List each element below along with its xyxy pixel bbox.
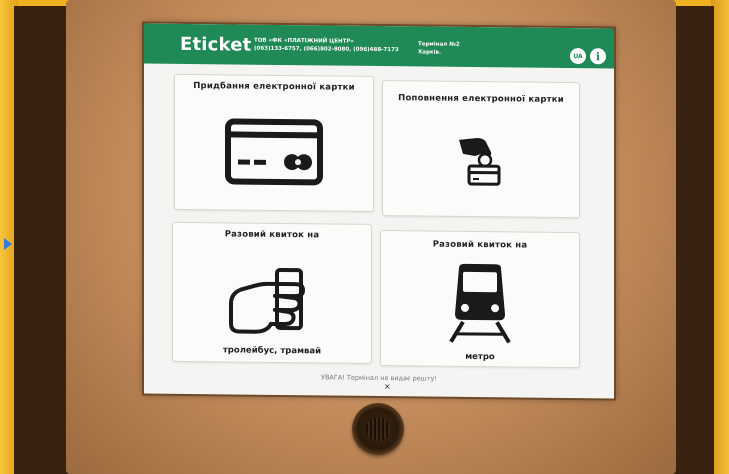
- terminal-info: Термінал №2 Харків.: [418, 40, 460, 56]
- metro-train-icon: [449, 263, 511, 344]
- close-icon[interactable]: ×: [384, 382, 391, 391]
- kiosk-screen: Eticket ТОВ «ФК «ПЛАТІЖНИЙ ЦЕНТР» (063)1…: [144, 23, 614, 399]
- hand-coin-card-icon: [459, 138, 501, 186]
- company-phones: (063)133-6757, (066)802-8080, (096)488-7…: [254, 45, 399, 54]
- tile-title: Разовий квиток на: [224, 229, 320, 241]
- tile-buy-card[interactable]: Придбання електронної картки: [174, 73, 374, 212]
- tile-title: Придбання електронної картки: [193, 81, 355, 93]
- company-info: ТОВ «ФК «ПЛАТІЖНИЙ ЦЕНТР» (063)133-6757,…: [254, 37, 414, 55]
- speaker-grill: [352, 403, 404, 455]
- tile-title: Разовий квиток на: [432, 239, 528, 251]
- eticket-logo: Eticket: [180, 33, 252, 56]
- tile-ticket-trolleybus-tram[interactable]: Разовий квиток на тролейбус, трамвай: [172, 221, 372, 364]
- speaker-mesh: [366, 417, 390, 441]
- tile-subtitle: тролейбус, трамвай: [222, 345, 322, 357]
- arrow-marker-icon: [4, 238, 12, 250]
- tile-topup-card[interactable]: Поповнення електронної картки: [382, 80, 580, 219]
- info-button[interactable]: i: [590, 48, 606, 65]
- language-button[interactable]: UA: [570, 48, 586, 65]
- tile-title: Поповнення електронної картки: [398, 93, 564, 105]
- tile-subtitle: метро: [465, 351, 495, 363]
- terminal-city: Харків.: [418, 49, 442, 56]
- hand-ticket-icon: [229, 267, 305, 334]
- credit-card-icon: [225, 118, 323, 186]
- app-header: Eticket ТОВ «ФК «ПЛАТІЖНИЙ ЦЕНТР» (063)1…: [144, 23, 614, 69]
- tile-ticket-metro[interactable]: Разовий квиток на метро: [380, 230, 580, 369]
- no-change-warning: УВАГА! Термінал не видає решту!: [320, 373, 437, 383]
